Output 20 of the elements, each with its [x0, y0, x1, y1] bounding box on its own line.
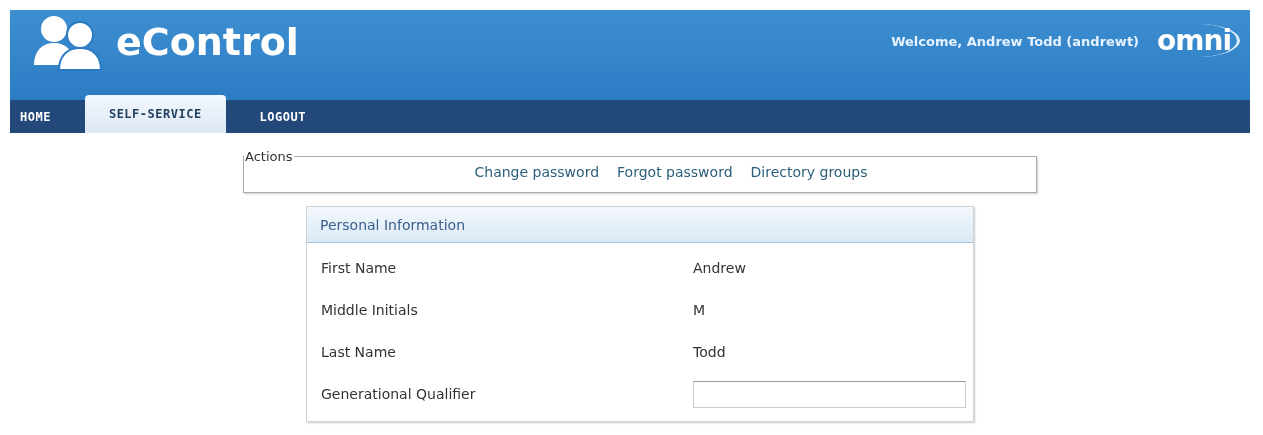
nav-tab[interactable]: SELF-SERVICE: [84, 95, 226, 133]
panel-title: Personal Information: [307, 207, 973, 243]
welcome-text: Welcome, Andrew Todd (andrewt): [891, 34, 1140, 49]
app-title: eControl: [116, 20, 299, 64]
users-icon: [32, 13, 104, 71]
field-label: First Name: [321, 260, 398, 276]
field-label: Last Name: [321, 344, 397, 360]
input-field[interactable]: [693, 380, 966, 408]
field-value: M: [693, 302, 707, 318]
actions-legend: Actions: [244, 149, 294, 164]
brand-logo: omni: [1157, 24, 1240, 57]
action-link[interactable]: Directory groups: [750, 164, 868, 180]
field-label: Middle Initials: [321, 302, 419, 318]
field-value: Todd: [693, 344, 727, 360]
action-link[interactable]: Change password: [474, 164, 600, 180]
action-link[interactable]: Forgot password: [617, 164, 733, 180]
field-value: Andrew: [693, 260, 747, 276]
field-label: Generational Qualifier: [321, 386, 477, 402]
nav-tab[interactable]: LOGOUT: [249, 100, 330, 133]
nav-tab[interactable]: HOME: [10, 100, 75, 133]
